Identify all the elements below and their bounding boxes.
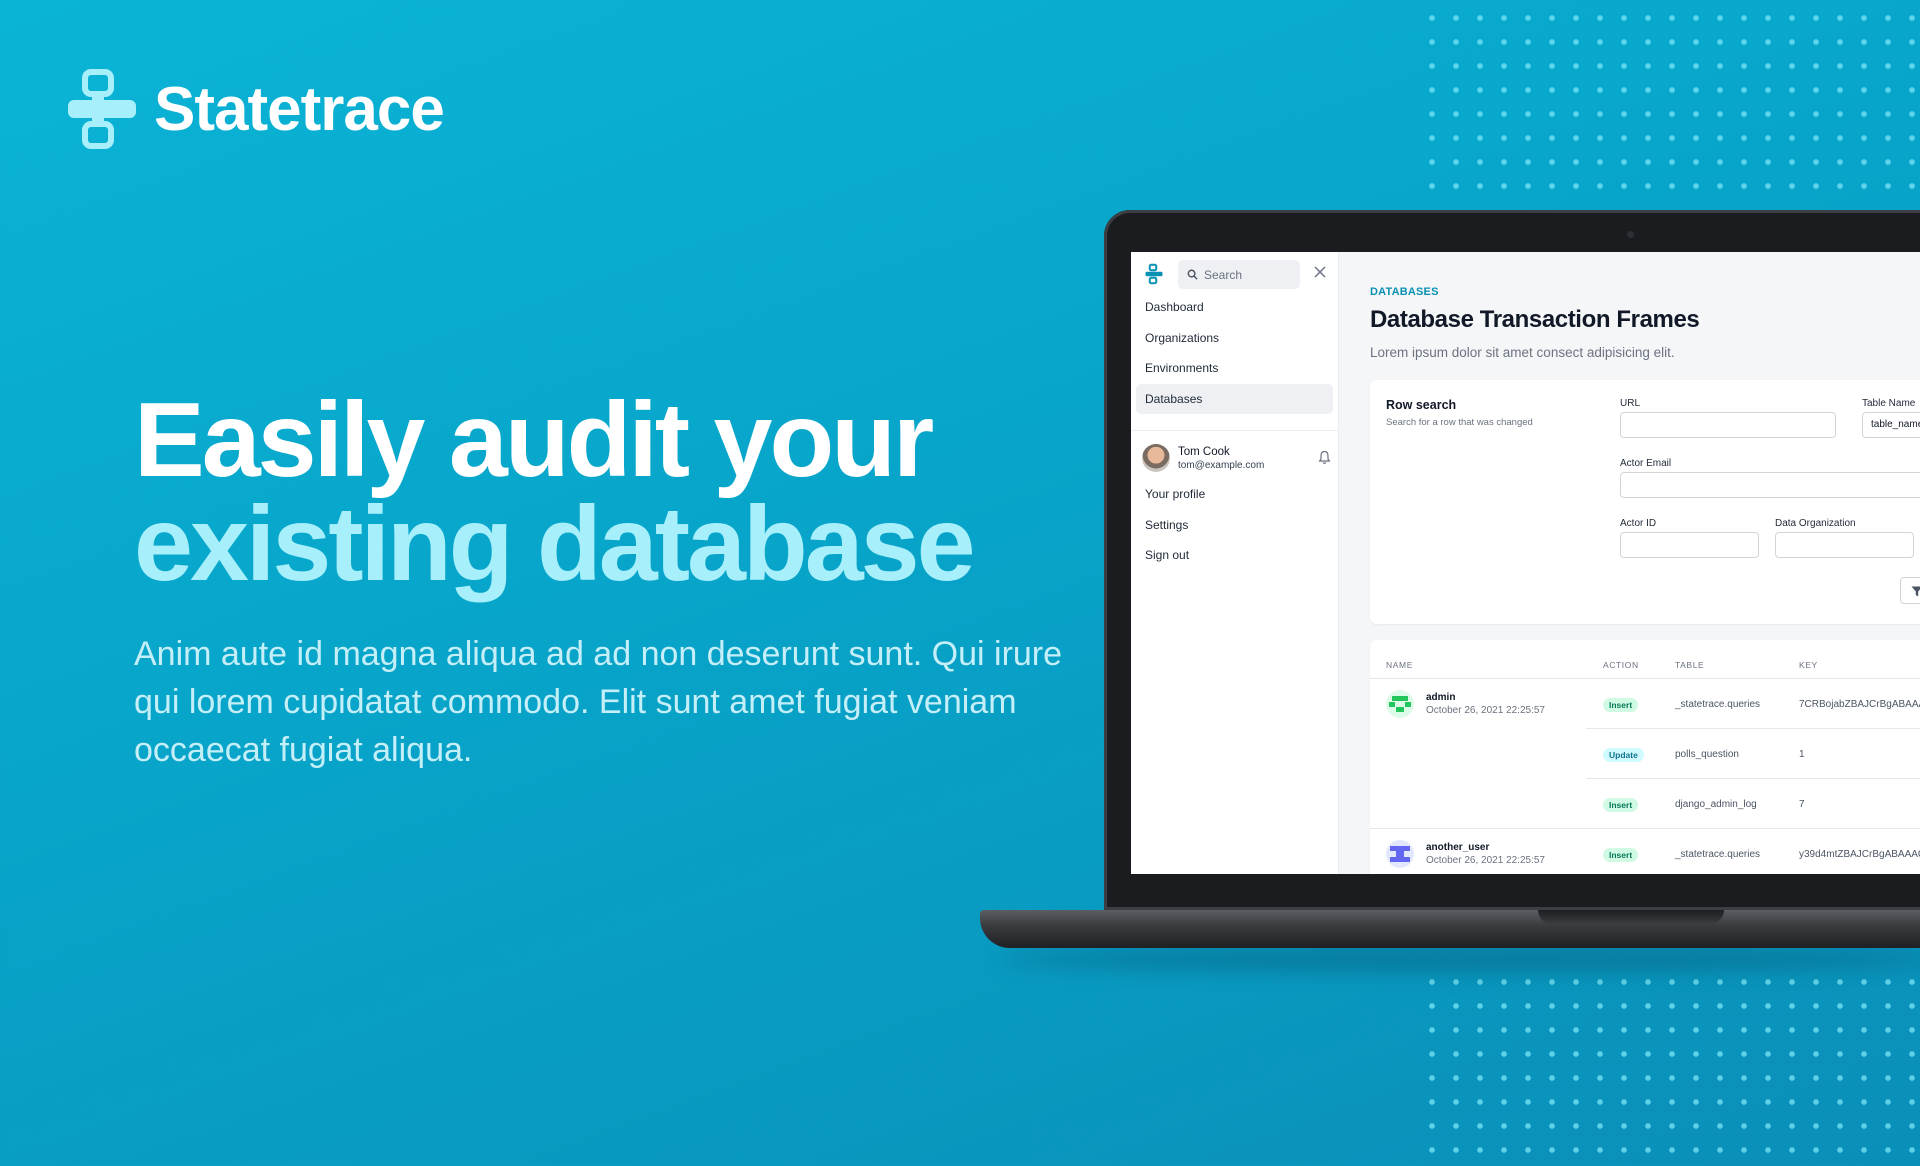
table-cell: django_admin_log xyxy=(1675,799,1757,810)
brand-name: Statetrace xyxy=(154,74,445,144)
row-user-name: another_user xyxy=(1426,842,1490,853)
filter-button[interactable] xyxy=(1900,577,1920,604)
actor-email-field[interactable] xyxy=(1620,472,1920,498)
key-cell[interactable]: 1 xyxy=(1799,749,1805,760)
row-date: October 26, 2021 22:25:57 xyxy=(1426,855,1545,866)
data-organization-field[interactable] xyxy=(1775,532,1914,558)
sidebar-nav: Dashboard Organizations Environments Dat… xyxy=(1136,292,1333,414)
actor-email-label: Actor Email xyxy=(1620,458,1672,469)
sidebar-item-dashboard[interactable]: Dashboard xyxy=(1136,292,1333,322)
laptop-notch xyxy=(1538,910,1724,924)
dot-pattern-bottom xyxy=(1420,970,1920,1166)
search-input[interactable]: Search xyxy=(1178,260,1300,289)
row-divider xyxy=(1586,728,1920,729)
app-screen: Search Dashboard Organizations Environme… xyxy=(1131,252,1920,874)
table-cell: _statetrace.queries xyxy=(1675,699,1761,710)
user-identicon xyxy=(1386,690,1414,718)
row-search-card: Row search Search for a row that was cha… xyxy=(1370,380,1920,624)
laptop-shadow xyxy=(1000,946,1920,972)
url-label: URL xyxy=(1620,398,1641,409)
url-field[interactable] xyxy=(1620,412,1836,438)
transactions-table: Name Action Table Key admin October 26, … xyxy=(1370,640,1920,874)
bell-icon[interactable] xyxy=(1318,450,1331,465)
sidebar-item-your-profile[interactable]: Your profile xyxy=(1136,479,1333,509)
sidebar-item-settings[interactable]: Settings xyxy=(1136,510,1333,540)
search-placeholder: Search xyxy=(1204,267,1243,282)
filter-icon xyxy=(1911,586,1920,597)
row-date: October 26, 2021 22:25:57 xyxy=(1426,705,1545,716)
hero-title-line1: Easily audit your xyxy=(134,381,934,499)
avatar xyxy=(1142,444,1170,472)
key-cell[interactable]: 7CRBojabZBAJCrBgABAAAQ xyxy=(1799,699,1920,710)
user-name: Tom Cook xyxy=(1178,445,1230,458)
column-header-table: Table xyxy=(1675,660,1705,670)
table-cell: polls_question xyxy=(1675,749,1739,760)
page-subtitle: Lorem ipsum dolor sit amet consect adipi… xyxy=(1370,345,1675,360)
key-cell[interactable]: 7 xyxy=(1799,799,1805,810)
sidebar-divider xyxy=(1131,430,1339,431)
table-header-divider xyxy=(1370,678,1920,679)
search-icon xyxy=(1187,269,1198,280)
action-badge: Insert xyxy=(1603,698,1639,712)
sidebar-item-databases[interactable]: Databases xyxy=(1136,383,1333,414)
row-group-divider xyxy=(1370,828,1920,829)
table-cell: _statetrace.queries xyxy=(1675,849,1761,860)
table-row-user[interactable]: another_user October 26, 2021 22:25:57 xyxy=(1386,840,1545,868)
dot-pattern-top xyxy=(1420,6,1920,206)
laptop-base xyxy=(980,910,1920,948)
hero-title: Easily audit your existing database xyxy=(134,381,976,603)
table-row-user[interactable]: admin October 26, 2021 22:25:57 xyxy=(1386,690,1545,718)
close-icon[interactable] xyxy=(1313,265,1327,279)
actor-id-label: Actor ID xyxy=(1620,518,1657,529)
sidebar-item-organizations[interactable]: Organizations xyxy=(1136,323,1333,353)
main-content: DATABASES Database Transaction Frames Lo… xyxy=(1359,252,1920,874)
key-cell[interactable]: y39d4mtZBAJCrBgABAAAQ xyxy=(1799,849,1920,860)
action-badge: Insert xyxy=(1603,848,1639,862)
column-header-key: Key xyxy=(1799,660,1818,670)
row-divider xyxy=(1586,778,1920,779)
row-search-subtitle: Search for a row that was changed xyxy=(1386,417,1533,428)
action-badge: Insert xyxy=(1603,798,1639,812)
table-name-label: Table Name xyxy=(1862,398,1916,409)
row-user-name: admin xyxy=(1426,692,1456,703)
column-header-action: Action xyxy=(1603,660,1639,670)
hero-title-line2: existing database xyxy=(134,485,976,603)
sidebar-item-environments[interactable]: Environments xyxy=(1136,353,1333,383)
user-identicon xyxy=(1386,840,1414,868)
account-menu: Your profile Settings Sign out xyxy=(1136,479,1333,571)
sidebar: Search Dashboard Organizations Environme… xyxy=(1131,252,1339,874)
user-email: tom@example.com xyxy=(1178,459,1265,471)
breadcrumb[interactable]: DATABASES xyxy=(1370,286,1439,298)
data-organization-label: Data Organization xyxy=(1775,518,1856,529)
laptop-camera xyxy=(1627,231,1634,238)
column-header-name: Name xyxy=(1386,660,1413,670)
page-title: Database Transaction Frames xyxy=(1370,306,1700,333)
table-name-field[interactable]: table_name xyxy=(1862,412,1920,438)
user-profile[interactable]: Tom Cook tom@example.com xyxy=(1142,443,1331,473)
actor-id-field[interactable] xyxy=(1620,532,1759,558)
row-search-title: Row search xyxy=(1386,398,1457,412)
brand-logo: Statetrace xyxy=(66,68,445,150)
action-badge: Update xyxy=(1603,748,1644,762)
statetrace-logo-icon xyxy=(68,69,136,149)
hero-body: Anim aute id magna aliqua ad ad non dese… xyxy=(134,635,1063,769)
sidebar-item-sign-out[interactable]: Sign out xyxy=(1136,540,1333,570)
app-logo-icon[interactable] xyxy=(1145,263,1163,285)
